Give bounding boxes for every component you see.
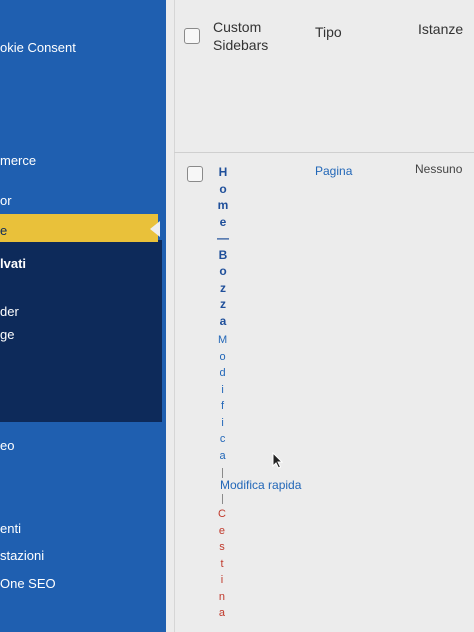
edit-char: M [218, 334, 228, 346]
title-char: z [220, 280, 226, 295]
admin-sidebar: okie Consent merce or e lvati der ge eo … [0, 0, 166, 632]
sidebar-item-commenti[interactable]: enti [0, 521, 21, 536]
title-char: — [217, 231, 229, 245]
sidebar-item-ecommerce[interactable]: merce [0, 153, 36, 168]
sidebar-active-highlight [0, 214, 158, 242]
sidebar-subitem-salvati[interactable]: lvati [0, 256, 26, 271]
sidebar-item-editor[interactable]: or [0, 193, 12, 208]
edit-char: c [219, 433, 226, 445]
title-char: o [219, 181, 227, 196]
row-instances: Nessuno [415, 162, 463, 176]
table-left-border [174, 0, 175, 632]
row-action-edit[interactable]: Modifica [218, 332, 227, 464]
edit-char: f [221, 400, 225, 412]
trash-char: t [220, 557, 224, 570]
row-action-trash[interactable]: Cestina [218, 506, 226, 622]
select-all-checkbox[interactable] [184, 28, 200, 44]
row-action-separator [222, 494, 223, 504]
trash-char: s [219, 541, 225, 553]
edit-char: d [219, 367, 226, 379]
edit-char: i [221, 416, 224, 429]
title-char: m [217, 198, 229, 212]
sidebar-item-all-in-one-seo[interactable]: One SEO [0, 576, 56, 591]
row-separator [174, 152, 474, 153]
sidebar-subitem-builder[interactable]: der [0, 304, 19, 319]
title-char: H [218, 165, 228, 179]
title-char: z [220, 297, 226, 311]
sidebar-item-cookie-consent[interactable]: okie Consent [0, 40, 76, 55]
title-char: e [219, 214, 227, 229]
row-title-link[interactable]: Ho m e — Bo z z a [217, 164, 229, 329]
edit-char: a [219, 449, 226, 462]
title-char: B [218, 247, 228, 262]
column-header-title[interactable]: Custom Sidebars [213, 18, 293, 54]
column-header-instances[interactable]: Istanze [418, 21, 463, 37]
active-arrow-icon [150, 221, 160, 237]
row-type: Pagina [315, 164, 353, 178]
row-checkbox[interactable] [187, 166, 203, 182]
sidebar-item-active[interactable]: e [0, 223, 7, 238]
trash-char: a [218, 607, 226, 619]
mouse-pointer-icon [272, 452, 284, 469]
title-char: o [219, 264, 227, 278]
sidebar-item-impostazioni[interactable]: stazioni [0, 548, 44, 563]
list-table-panel [166, 0, 474, 632]
trash-char: e [218, 524, 226, 537]
row-action-quick-edit[interactable]: Modifica rapida [220, 478, 301, 492]
trash-char: C [218, 508, 226, 520]
trash-char: n [218, 590, 226, 603]
row-action-separator [222, 468, 223, 478]
edit-char: i [221, 383, 224, 396]
column-header-type[interactable]: Tipo [315, 24, 342, 40]
title-char: a [219, 313, 227, 328]
sidebar-subitem-page[interactable]: ge [0, 327, 14, 342]
edit-char: o [219, 350, 226, 363]
trash-char: i [220, 574, 224, 586]
sidebar-item-seo[interactable]: eo [0, 438, 14, 453]
